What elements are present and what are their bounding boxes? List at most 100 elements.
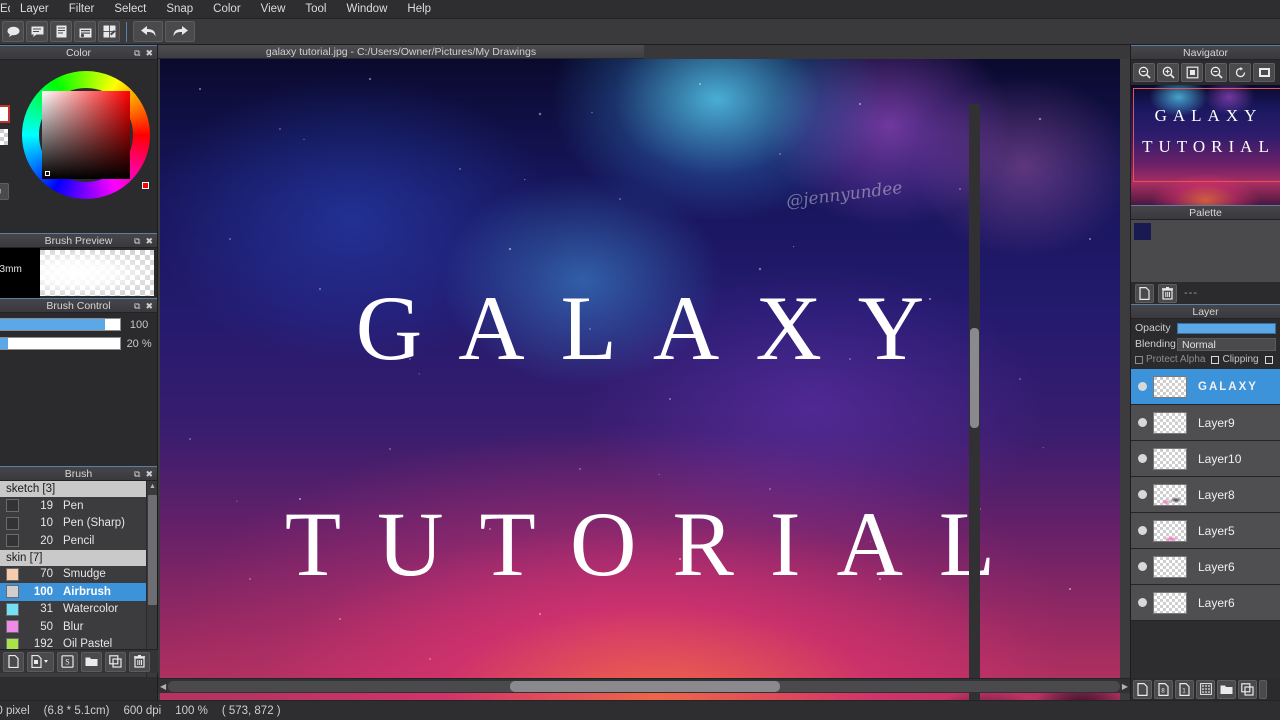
layer-list[interactable]: GALAXY Layer9 Layer10 Layer8 Layer5 Laye…	[1131, 369, 1280, 621]
scroll-left-arrow[interactable]: ◀	[160, 682, 166, 691]
foreground-color-swatch[interactable]	[0, 105, 10, 123]
layer-visibility-toggle[interactable]	[1131, 418, 1153, 427]
undock-icon[interactable]: ⧉	[134, 48, 140, 58]
folder-icon[interactable]	[81, 651, 102, 672]
folder-icon[interactable]	[1217, 679, 1236, 699]
brush-item-pen-sharp[interactable]: 10 Pen (Sharp)	[0, 515, 157, 533]
brush-opacity-slider[interactable]	[0, 337, 122, 350]
undock-icon[interactable]: ⧉	[134, 301, 140, 311]
layer-row-layer10[interactable]: Layer10	[1131, 441, 1280, 477]
extra-checkbox[interactable]	[1264, 355, 1273, 364]
close-icon[interactable]: ✖	[145, 301, 153, 311]
undock-icon[interactable]: ⧉	[134, 236, 140, 246]
brush-item-blur[interactable]: 50 Blur	[0, 618, 157, 636]
brush-group-header[interactable]: skin [7]	[0, 549, 157, 566]
zoom-out-icon[interactable]	[1205, 63, 1227, 82]
duplicate-layer-icon[interactable]	[1238, 679, 1257, 699]
add-8bit-layer-icon[interactable]: 8	[1154, 679, 1173, 699]
zoom-actual-icon[interactable]	[1133, 63, 1155, 82]
add-1bit-layer-icon[interactable]: 1	[1175, 679, 1194, 699]
close-icon[interactable]: ✖	[145, 469, 153, 479]
blending-mode-select[interactable]: Normal	[1177, 337, 1276, 351]
clipping-checkbox[interactable]: Clipping	[1211, 354, 1259, 365]
add-layer-icon[interactable]	[1133, 679, 1152, 699]
menu-item-layer[interactable]: Layer	[10, 0, 59, 19]
menu-item-window[interactable]: Window	[336, 0, 397, 19]
menu-item-help[interactable]: Help	[397, 0, 441, 19]
brush-item-airbrush[interactable]: 100 Airbrush	[0, 583, 157, 601]
layer-visibility-toggle[interactable]	[1131, 490, 1153, 499]
edit-grid-icon[interactable]	[98, 21, 120, 42]
sv-marker[interactable]	[45, 171, 50, 176]
opacity-slider[interactable]	[1177, 322, 1276, 334]
palette-swatch[interactable]	[1134, 223, 1151, 240]
list-panel-icon[interactable]	[74, 21, 96, 42]
brush-list-scrollbar[interactable]: ▲ ▼	[146, 481, 157, 677]
palette-swatch-grid[interactable]	[1131, 220, 1280, 282]
new-brush-icon[interactable]	[3, 651, 24, 672]
background-color-swatch[interactable]	[0, 129, 8, 145]
scroll-thumb[interactable]	[148, 495, 157, 605]
layer-row-layer9[interactable]: Layer9	[1131, 405, 1280, 441]
fullscreen-icon[interactable]	[1253, 63, 1275, 82]
scroll-thumb[interactable]	[510, 681, 780, 692]
scroll-right-arrow[interactable]: ▶	[1122, 682, 1128, 691]
copy-icon[interactable]	[105, 651, 126, 672]
fit-screen-icon[interactable]	[1181, 63, 1203, 82]
layer-row-layer8[interactable]: Layer8	[1131, 477, 1280, 513]
layer-visibility-toggle[interactable]	[1131, 562, 1153, 571]
brush-item-pencil[interactable]: 20 Pencil	[0, 532, 157, 550]
canvas-title-bar[interactable]: galaxy tutorial.jpg - C:/Users/Owner/Pic…	[158, 45, 644, 59]
color-panel-label: Color	[65, 46, 92, 59]
undo-icon[interactable]	[133, 21, 163, 42]
hue-marker[interactable]	[142, 182, 149, 189]
menu-item-filter[interactable]: Filter	[59, 0, 105, 19]
undock-icon[interactable]: ⧉	[134, 469, 140, 479]
brush-item-smudge[interactable]: 70 Smudge	[0, 566, 157, 584]
layer-row-layer6-a[interactable]: Layer6	[1131, 549, 1280, 585]
zoom-in-icon[interactable]	[1157, 63, 1179, 82]
document-icon[interactable]	[50, 21, 72, 42]
menu-item-snap[interactable]: Snap	[156, 0, 203, 19]
brush-group-header[interactable]: sketch [3]	[0, 481, 157, 497]
add-halftone-icon[interactable]	[1196, 679, 1215, 699]
layer-visibility-toggle[interactable]	[1131, 382, 1153, 391]
brush-size-slider[interactable]	[0, 318, 122, 331]
menu-item-tool[interactable]: Tool	[295, 0, 336, 19]
brush-item-pen[interactable]: 19 Pen	[0, 497, 157, 515]
saturation-value-square[interactable]	[42, 91, 130, 179]
delete-palette-icon[interactable]	[1158, 283, 1177, 303]
scroll-thumb[interactable]	[970, 328, 979, 428]
layer-row-galaxy[interactable]: GALAXY	[1131, 369, 1280, 405]
layer-visibility-toggle[interactable]	[1131, 454, 1153, 463]
layer-visibility-toggle[interactable]	[1131, 598, 1153, 607]
redo-icon[interactable]	[165, 21, 195, 42]
menu-item-edit[interactable]: Edit	[0, 0, 10, 19]
duplicate-brush-icon[interactable]	[27, 651, 54, 672]
layer-visibility-toggle[interactable]	[1131, 526, 1153, 535]
menu-item-view[interactable]: View	[251, 0, 296, 19]
close-icon[interactable]: ✖	[145, 236, 153, 246]
navigator-panel-title: Navigator	[1131, 45, 1280, 60]
trash-icon[interactable]	[129, 651, 150, 672]
navigator-viewport-rect[interactable]	[1133, 88, 1280, 182]
close-icon[interactable]: ✖	[145, 48, 153, 58]
layer-row-layer5[interactable]: Layer5	[1131, 513, 1280, 549]
navigator-thumbnail[interactable]: GALAXY TUTORIAL	[1131, 85, 1280, 205]
layer-row-layer6-b[interactable]: Layer6	[1131, 585, 1280, 621]
canvas-horizontal-scrollbar[interactable]: ◀ ▶	[158, 678, 1130, 693]
menu-item-select[interactable]: Select	[104, 0, 156, 19]
scroll-up-arrow[interactable]: ▲	[149, 483, 156, 490]
color-mode-icon[interactable]: ◐	[0, 183, 9, 200]
speech-bubble-icon[interactable]	[2, 21, 24, 42]
script-brush-icon[interactable]: S	[57, 651, 78, 672]
protect-alpha-checkbox[interactable]: Protect Alpha	[1135, 354, 1205, 365]
more-layer-actions-icon[interactable]	[1259, 679, 1267, 699]
menu-item-color[interactable]: Color	[203, 0, 250, 19]
new-palette-icon[interactable]	[1135, 283, 1154, 303]
brush-item-watercolor[interactable]: 31 Watercolor	[0, 601, 157, 619]
canvas-vertical-scrollbar[interactable]	[969, 104, 980, 720]
comment-icon[interactable]	[26, 21, 48, 42]
brush-list[interactable]: sketch [3] 19 Pen 10 Pen (Sharp) 20 Penc…	[0, 481, 157, 677]
rotate-icon[interactable]	[1229, 63, 1251, 82]
